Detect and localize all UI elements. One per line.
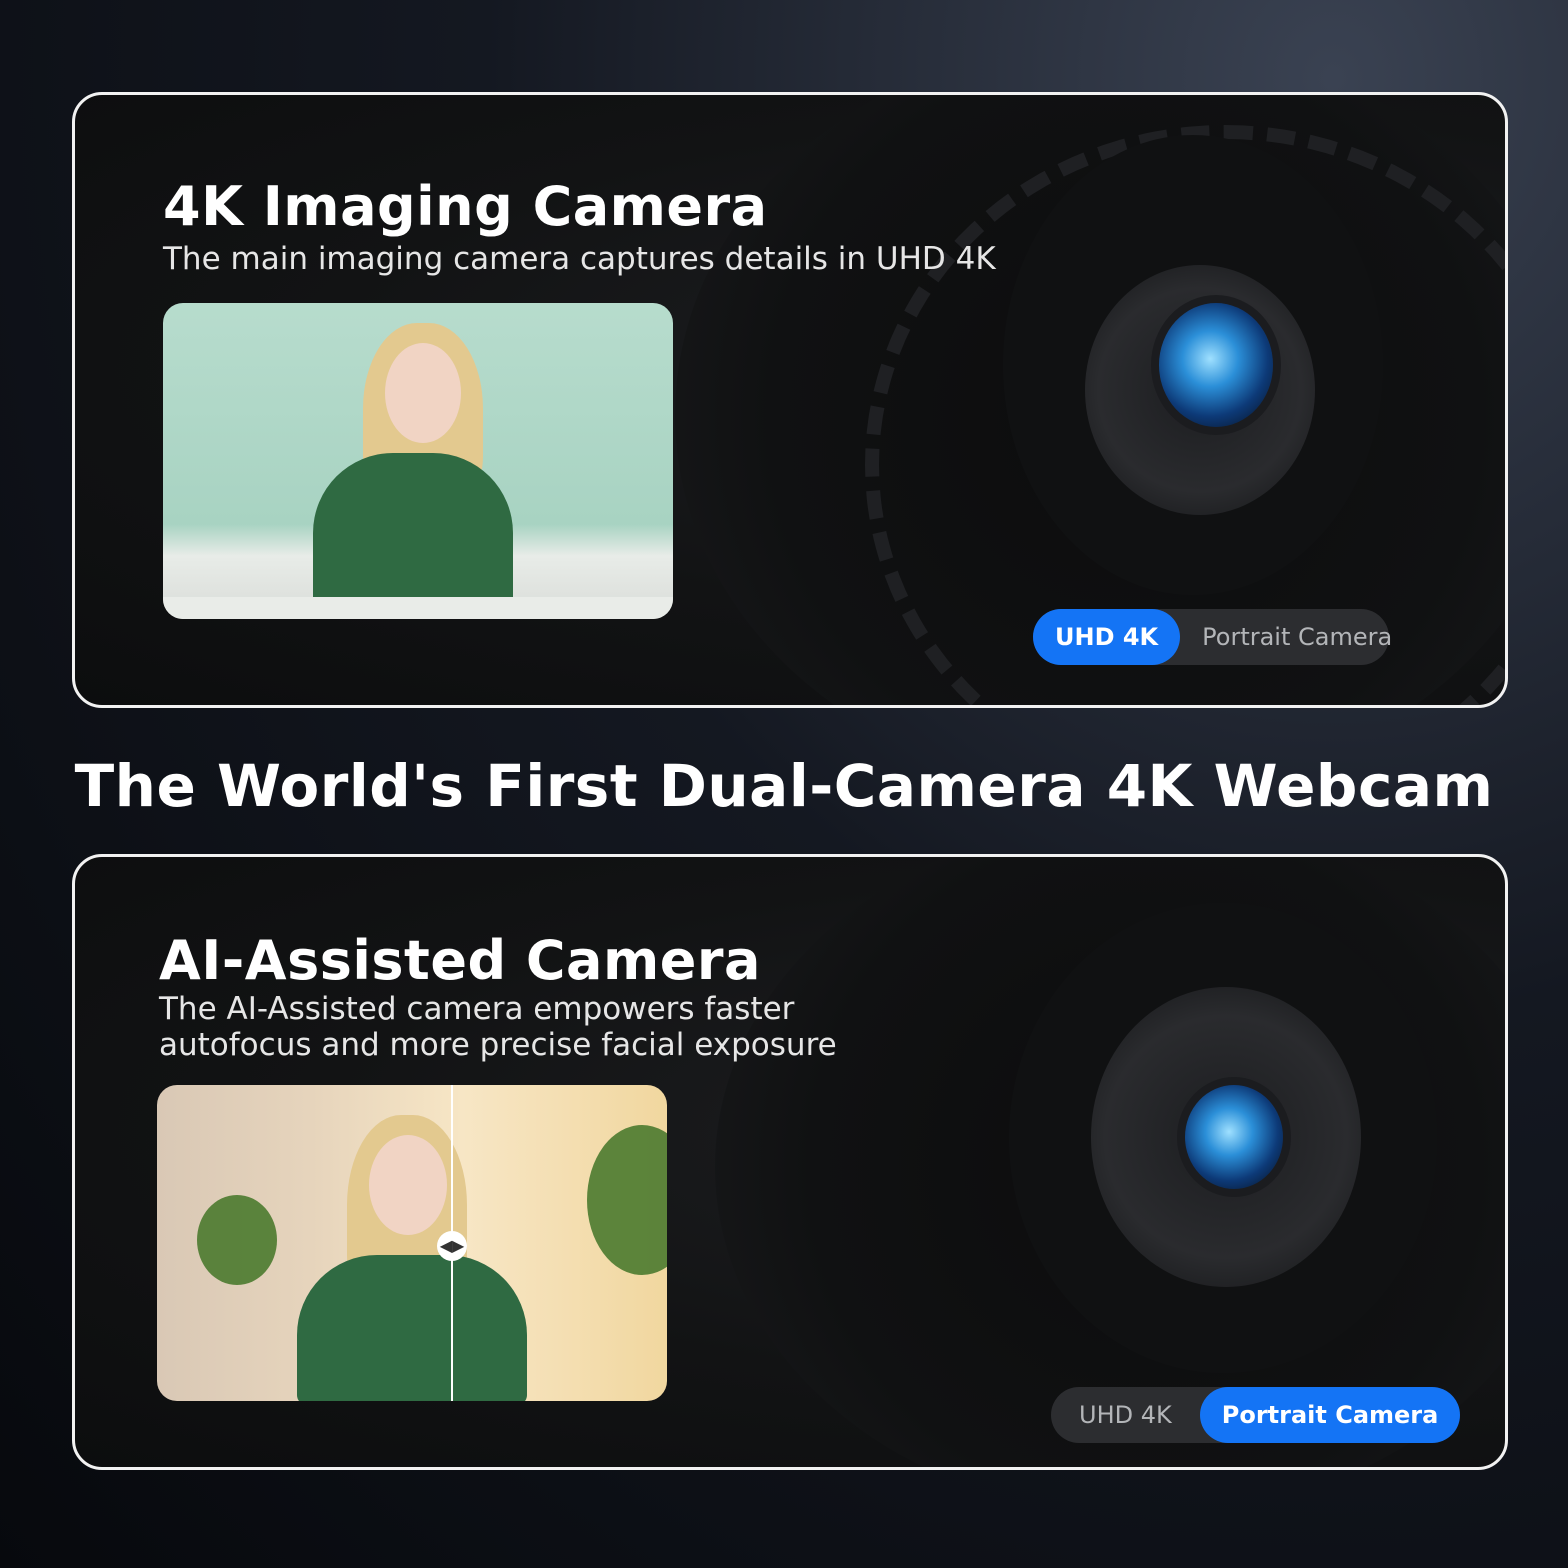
toggle-portrait-camera[interactable]: Portrait Camera: [1199, 1387, 1461, 1443]
sample-photo-4k: [163, 303, 673, 619]
camera-mode-toggle[interactable]: UHD 4K Portrait Camera: [1051, 1387, 1461, 1443]
person-body: [297, 1255, 527, 1401]
ai-assisted-camera-card: AI-Assisted Camera The AI-Assisted camer…: [72, 854, 1508, 1470]
compare-slider-icon[interactable]: ◀▶: [437, 1231, 467, 1261]
card-title: AI-Assisted Camera: [159, 929, 761, 992]
person-head: [369, 1135, 447, 1235]
imaging-camera-card: 4K Imaging Camera The main imaging camer…: [72, 92, 1508, 708]
card-title: 4K Imaging Camera: [163, 175, 768, 238]
page-headline: The World's First Dual-Camera 4K Webcam: [74, 752, 1494, 820]
lens-glass: [1159, 303, 1273, 427]
lens-glass: [1185, 1085, 1283, 1189]
person-body: [313, 453, 513, 613]
camera-mode-toggle[interactable]: UHD 4K Portrait Camera: [1033, 609, 1392, 665]
toggle-uhd-4k[interactable]: UHD 4K: [1051, 1387, 1200, 1443]
person-head: [385, 343, 461, 443]
toggle-portrait-camera[interactable]: Portrait Camera: [1180, 609, 1414, 665]
sample-photo-portrait: ◀▶: [157, 1085, 667, 1401]
plant: [587, 1125, 667, 1275]
plant: [197, 1195, 277, 1285]
card-description: The main imaging camera captures details…: [163, 241, 996, 277]
table: [163, 597, 673, 619]
toggle-uhd-4k[interactable]: UHD 4K: [1033, 609, 1181, 665]
card-description: The AI-Assisted camera empowers faster a…: [159, 991, 837, 1063]
